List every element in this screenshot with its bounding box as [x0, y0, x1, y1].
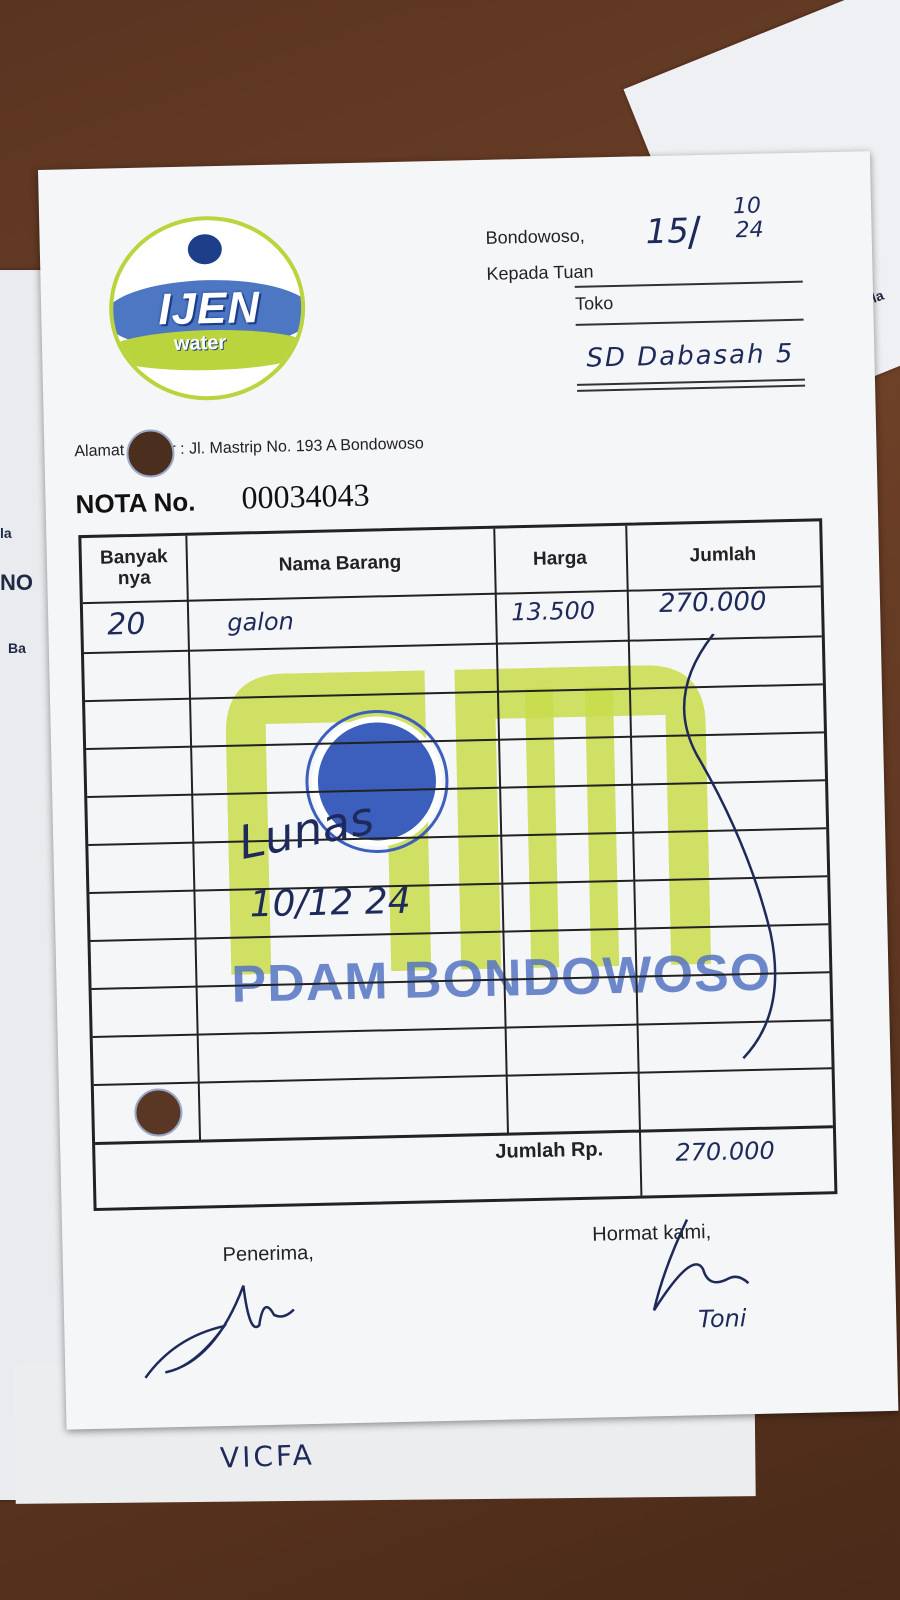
sender-signature	[652, 1219, 750, 1311]
nota-number: 00034043	[241, 476, 370, 516]
items-table: PDAM BONDOWOSO Banyak nya Nama Barang Ha…	[78, 518, 838, 1212]
column-divider	[185, 535, 202, 1142]
punch-hole	[125, 428, 175, 479]
city-label: Bondowoso,	[485, 225, 585, 248]
row-item-name: galon	[227, 607, 295, 637]
logo-brand-text: IJEN	[157, 283, 261, 335]
header-amount: Jumlah	[689, 543, 757, 566]
date-day-handwritten: 15	[645, 211, 690, 253]
receipt: IJEN water Bondowoso, 15 / 10 24 Kepada …	[38, 151, 899, 1430]
strike-line-mark	[682, 633, 777, 1060]
kepada-label: Kepada Tuan	[486, 261, 594, 284]
background-fragment: la	[0, 525, 12, 541]
date-month-handwritten: 10	[732, 193, 762, 220]
recipient-line	[577, 384, 806, 392]
paid-date-handwritten: 10/12 24	[249, 880, 412, 926]
date-year-handwritten: 24	[735, 217, 764, 244]
row-quantity: 20	[106, 606, 146, 643]
row-price: 13.500	[510, 596, 596, 627]
sender-name-handwritten: Toni	[697, 1304, 747, 1334]
date-slash: /	[687, 208, 702, 256]
ijen-water-logo: IJEN water	[107, 213, 308, 403]
row-divider	[93, 1067, 832, 1086]
toko-label: Toko	[574, 292, 614, 314]
row-amount: 270.000	[658, 586, 767, 620]
background-fragment: Ba	[8, 640, 26, 656]
toko-line	[575, 318, 804, 326]
logo-mark-icon	[187, 233, 223, 265]
receiver-signature	[144, 1285, 295, 1379]
header-quantity: Banyak nya	[81, 536, 186, 602]
handwritten-note-below: VICFA	[219, 1438, 316, 1475]
nota-label: NOTA No.	[75, 486, 196, 520]
total-label: Jumlah Rp.	[495, 1138, 604, 1163]
header-price: Harga	[532, 547, 588, 570]
header-quantity-text: Banyak nya	[99, 546, 168, 590]
kepada-line	[574, 280, 803, 288]
header-item-name: Nama Barang	[278, 551, 402, 576]
logo-sub-text: water	[173, 331, 227, 355]
recipient-handwritten: SD Dabasah 5	[586, 338, 795, 374]
punch-hole	[133, 1087, 183, 1138]
background-fragment: NO	[0, 570, 33, 595]
total-value: 270.000	[675, 1136, 776, 1167]
